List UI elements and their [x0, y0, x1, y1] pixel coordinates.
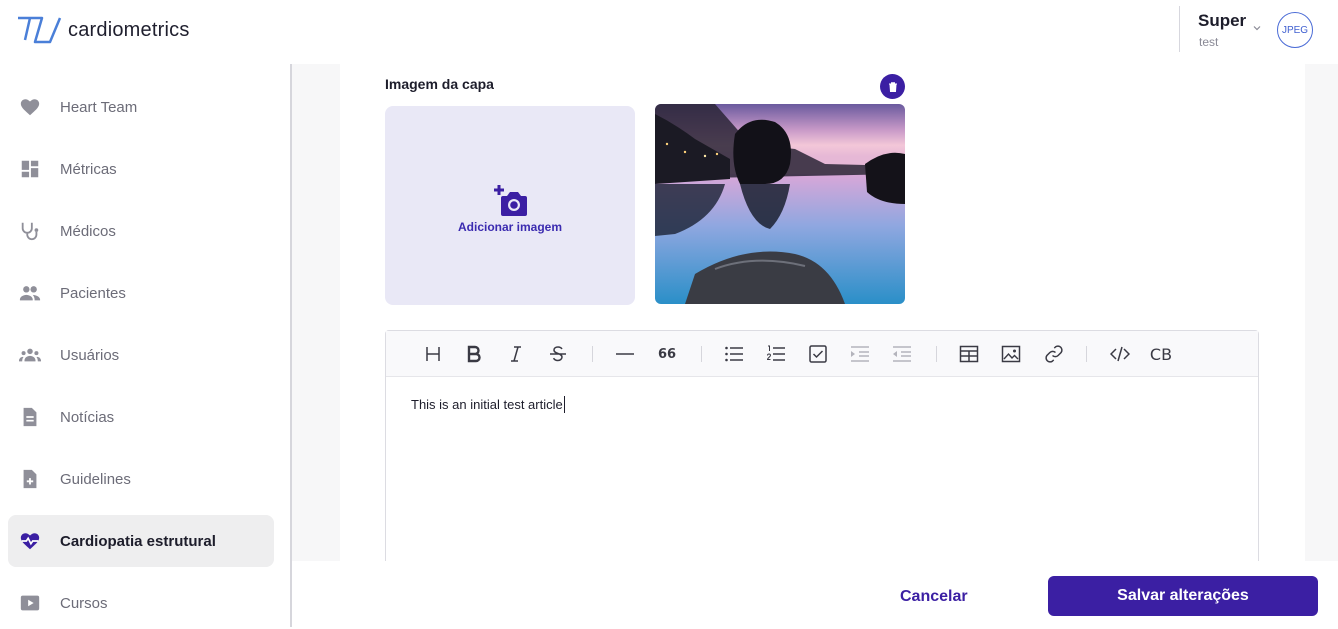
- group-icon: [19, 348, 41, 362]
- code-icon: [1110, 346, 1130, 362]
- heart-icon: [20, 99, 40, 116]
- indent-icon: [851, 346, 869, 362]
- indent-button[interactable]: [848, 342, 872, 366]
- codeblock-icon: CB: [1149, 344, 1173, 364]
- add-photo-icon: [494, 184, 527, 216]
- dashboard-icon: [21, 160, 39, 178]
- sidebar-item-label: Médicos: [60, 222, 116, 240]
- cardiometrics-logo-icon: [18, 16, 62, 44]
- sidebar-item-label: Notícias: [60, 408, 115, 426]
- table-button[interactable]: [957, 342, 981, 366]
- code-button[interactable]: [1108, 342, 1132, 366]
- toolbar-divider: [592, 346, 593, 362]
- sidebar-item-label: Cursos: [60, 594, 108, 612]
- sidebar-item-label: Cardiopatia estrutural: [60, 532, 216, 550]
- editor-content[interactable]: This is an initial test article: [411, 396, 565, 413]
- app-header: cardiometrics Super test JPEG: [0, 0, 1338, 64]
- sidebar: Heart Team Métricas Médicos Pacientes Us…: [0, 64, 290, 627]
- outdent-button[interactable]: [890, 342, 914, 366]
- sidebar-item-metricas[interactable]: Métricas: [8, 143, 274, 195]
- task-list-button[interactable]: [806, 342, 830, 366]
- avatar[interactable]: JPEG: [1277, 12, 1313, 48]
- blockquote-button[interactable]: 66: [655, 342, 679, 366]
- user-name[interactable]: Super: [1198, 11, 1246, 31]
- document-icon: [23, 407, 37, 427]
- sidebar-item-label: Guidelines: [60, 470, 131, 488]
- cover-image-label: Imagem da capa: [385, 76, 494, 92]
- sidebar-item-guidelines[interactable]: Guidelines: [8, 453, 274, 505]
- quote-icon: 66: [657, 346, 677, 362]
- rich-text-editor: 66 CB This is an initial test article: [385, 330, 1259, 561]
- link-icon: [1045, 345, 1063, 363]
- add-image-button[interactable]: Adicionar imagem: [385, 106, 635, 305]
- sidebar-item-cardiopatia-estrutural[interactable]: Cardiopatia estrutural: [8, 515, 274, 567]
- editor-text: This is an initial test article: [411, 397, 563, 412]
- sidebar-item-label: Métricas: [60, 160, 117, 178]
- heading-icon: [426, 347, 440, 361]
- bullet-list-icon: [725, 346, 743, 362]
- sidebar-item-cursos[interactable]: Cursos: [8, 577, 274, 629]
- header-divider: [1179, 6, 1180, 52]
- sidebar-item-medicos[interactable]: Médicos: [8, 205, 274, 257]
- add-document-icon: [23, 469, 37, 489]
- add-image-label: Adicionar imagem: [457, 219, 563, 234]
- toolbar-divider: [1086, 346, 1087, 362]
- numbered-list-button[interactable]: [764, 342, 788, 366]
- sidebar-item-noticias[interactable]: Notícias: [8, 391, 274, 443]
- task-list-icon: [809, 345, 827, 363]
- editor-toolbar: 66 CB: [386, 331, 1258, 377]
- horizontal-rule-button[interactable]: [613, 342, 637, 366]
- sidebar-item-pacientes[interactable]: Pacientes: [8, 267, 274, 319]
- user-role: test: [1199, 35, 1219, 49]
- delete-image-button[interactable]: [880, 74, 905, 99]
- toolbar-divider: [936, 346, 937, 362]
- save-changes-button[interactable]: Salvar alterações: [1048, 576, 1318, 616]
- bold-button[interactable]: [462, 342, 486, 366]
- sidebar-item-label: Pacientes: [60, 284, 126, 302]
- cancel-button[interactable]: Cancelar: [900, 588, 968, 606]
- text-caret: [563, 396, 565, 413]
- strikethrough-button[interactable]: [546, 342, 570, 366]
- people-icon: [19, 286, 41, 301]
- heading-button[interactable]: [421, 342, 445, 366]
- app-name: cardiometrics: [68, 18, 190, 41]
- bold-icon: [467, 345, 481, 363]
- chevron-down-icon[interactable]: [1253, 24, 1261, 32]
- link-button[interactable]: [1042, 342, 1066, 366]
- sidebar-item-label: Heart Team: [60, 98, 138, 116]
- strikethrough-icon: [550, 346, 566, 362]
- horizontal-rule-icon: [616, 353, 634, 355]
- app-logo[interactable]: cardiometrics: [16, 14, 190, 46]
- cover-image-preview: [655, 104, 905, 304]
- sidebar-item-usuarios[interactable]: Usuários: [8, 329, 274, 381]
- numbered-list-icon: [766, 345, 785, 361]
- table-icon: [959, 345, 979, 363]
- italic-icon: [511, 346, 521, 362]
- outdent-icon: [893, 346, 911, 362]
- bullet-list-button[interactable]: [722, 342, 746, 366]
- trash-icon: [888, 81, 897, 92]
- sidebar-item-heart-team[interactable]: Heart Team: [8, 81, 274, 133]
- sidebar-item-label: Usuários: [60, 346, 120, 364]
- image-button[interactable]: [999, 342, 1023, 366]
- play-icon: [20, 595, 40, 611]
- stethoscope-icon: [21, 222, 39, 241]
- codeblock-button[interactable]: CB: [1149, 342, 1173, 366]
- image-icon: [1001, 345, 1021, 363]
- toolbar-divider: [701, 346, 702, 362]
- heart-pulse-icon: [20, 533, 40, 550]
- landscape-photo: [655, 104, 905, 304]
- italic-button[interactable]: [504, 342, 528, 366]
